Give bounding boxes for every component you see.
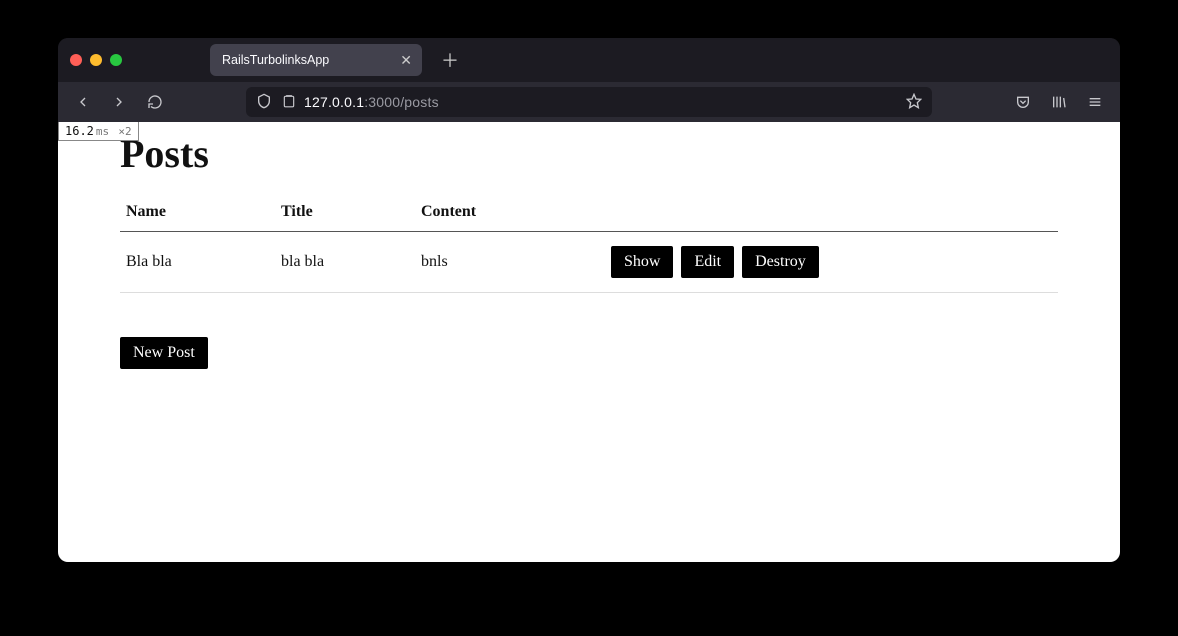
- browser-toolbar: 127.0.0.1:3000/posts: [58, 82, 1120, 122]
- cell-title: bla bla: [275, 232, 415, 293]
- posts-table: Name Title Content Bla bla bla bla bnls …: [120, 195, 1058, 293]
- browser-tab[interactable]: RailsTurbolinksApp ✕: [210, 44, 422, 76]
- bookmark-star-icon[interactable]: [906, 93, 922, 112]
- menu-icon[interactable]: [1080, 87, 1110, 117]
- address-bar[interactable]: 127.0.0.1:3000/posts: [246, 87, 932, 117]
- mini-profiler-badge[interactable]: 16.2ms ×2: [58, 122, 139, 141]
- column-header-name: Name: [120, 195, 275, 232]
- column-header-title: Title: [275, 195, 415, 232]
- pocket-icon[interactable]: [1008, 87, 1038, 117]
- edit-button[interactable]: Edit: [681, 246, 734, 278]
- profiler-unit: ms: [96, 125, 109, 138]
- url-text: 127.0.0.1:3000/posts: [304, 94, 898, 110]
- new-post-button[interactable]: New Post: [120, 337, 208, 369]
- toolbar-right: [1008, 87, 1110, 117]
- cell-actions: Show Edit Destroy: [605, 232, 1058, 293]
- page-info-icon[interactable]: [282, 94, 296, 111]
- url-host: 127.0.0.1: [304, 94, 364, 110]
- reload-button[interactable]: [140, 87, 170, 117]
- tab-title: RailsTurbolinksApp: [222, 53, 329, 67]
- page-content: Posts Name Title Content Bla bla bla bla…: [58, 130, 1120, 399]
- column-header-actions: [605, 195, 1058, 232]
- page-viewport: 16.2ms ×2 Posts Name Title Content Bla b…: [58, 122, 1120, 562]
- cell-name: Bla bla: [120, 232, 275, 293]
- new-tab-button[interactable]: ＋: [436, 46, 464, 74]
- close-tab-icon[interactable]: ✕: [400, 53, 412, 67]
- minimize-window-button[interactable]: [90, 54, 102, 66]
- profiler-time: 16.2: [65, 124, 94, 138]
- show-button[interactable]: Show: [611, 246, 673, 278]
- close-window-button[interactable]: [70, 54, 82, 66]
- window-controls: [70, 54, 122, 66]
- destroy-button[interactable]: Destroy: [742, 246, 819, 278]
- shield-icon[interactable]: [256, 93, 272, 112]
- profiler-multiplier: ×2: [118, 125, 131, 138]
- forward-button[interactable]: [104, 87, 134, 117]
- library-icon[interactable]: [1044, 87, 1074, 117]
- browser-window: RailsTurbolinksApp ✕ ＋ 127.0.0.1:3: [58, 38, 1120, 562]
- column-header-content: Content: [415, 195, 605, 232]
- back-button[interactable]: [68, 87, 98, 117]
- tab-strip: RailsTurbolinksApp ✕ ＋: [58, 38, 1120, 82]
- table-row: Bla bla bla bla bnls Show Edit Destroy: [120, 232, 1058, 293]
- page-title: Posts: [120, 130, 1058, 177]
- maximize-window-button[interactable]: [110, 54, 122, 66]
- cell-content: bnls: [415, 232, 605, 293]
- url-path: :3000/posts: [364, 94, 439, 110]
